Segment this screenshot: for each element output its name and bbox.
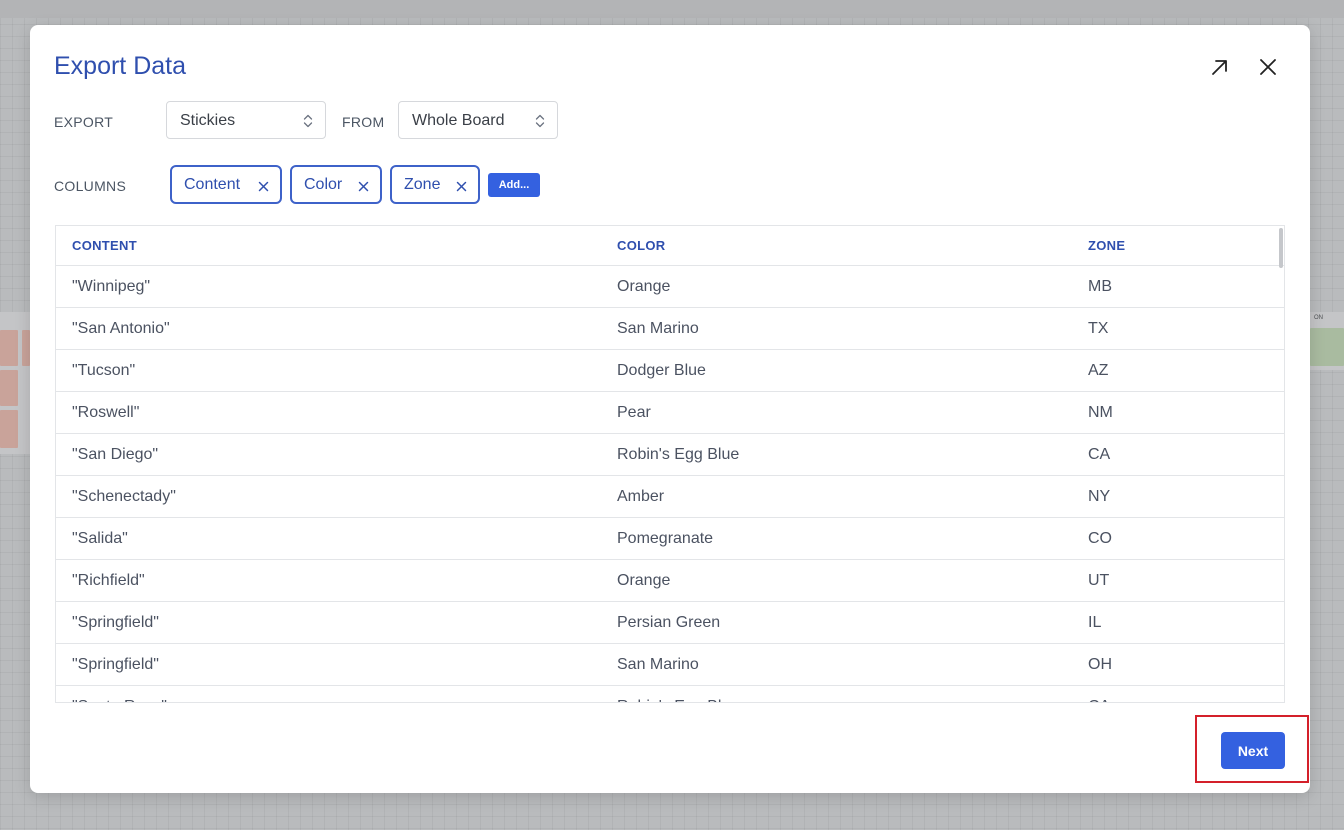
board-sticky [1310,328,1344,366]
table-cell: Pear [601,391,1072,434]
export-type-value: Stickies [180,112,236,129]
table-cell: Orange [601,559,1072,602]
table-row: "Springfield" San Marino OH [56,643,1284,686]
chevron-up-down-icon [303,113,313,134]
close-icon[interactable] [258,179,269,192]
table-cell: Amber [601,475,1072,518]
table-row: "Winnipeg" Orange MB [56,265,1284,308]
close-icon[interactable] [456,179,467,192]
from-scope-select[interactable]: Whole Board [398,101,558,139]
export-label: EXPORT [54,114,114,130]
board-sticky [22,330,30,366]
table-row: "San Diego" Robin's Egg Blue CA [56,433,1284,476]
table-cell: OH [1072,643,1284,686]
table-cell: San Marino [601,643,1072,686]
table-cell: IL [1072,601,1284,644]
table-cell: Persian Green [601,601,1072,644]
table-cell: "Salida" [56,517,601,560]
columns-label: COLUMNS [54,178,127,194]
table-row: "San Antonio" San Marino TX [56,307,1284,350]
table-cell: "Roswell" [56,391,601,434]
modal-title: Export Data [54,52,187,80]
table-row: "Tucson" Dodger Blue AZ [56,349,1284,392]
table-cell: CO [1072,517,1284,560]
table-cell: CA [1072,685,1284,702]
close-icon[interactable] [358,179,369,192]
from-label: FROM [342,114,385,130]
board-sticky [0,410,18,448]
table-cell: NM [1072,391,1284,434]
table-cell: "Springfield" [56,601,601,644]
table-cell: UT [1072,559,1284,602]
table-cell: "Richfield" [56,559,601,602]
table-cell: Robin's Egg Blue [601,685,1072,702]
table-cell: CA [1072,433,1284,476]
table-cell: AZ [1072,349,1284,392]
chevron-up-down-icon [535,113,545,134]
chip-label: Color [304,176,343,193]
table-row: "Richfield" Orange UT [56,559,1284,602]
column-chip-content: Content [170,165,282,204]
table-cell: Dodger Blue [601,349,1072,392]
table-cell: "Schenectady" [56,475,601,518]
table-row: "Springfield" Persian Green IL [56,601,1284,644]
export-preview-table: CONTENT COLOR ZONE "Winnipeg" Orange MB … [55,225,1285,703]
table-header-row: CONTENT COLOR ZONE [56,226,1284,266]
export-type-select[interactable]: Stickies [166,101,326,139]
table-row: "Roswell" Pear NM [56,391,1284,434]
chip-label: Content [184,176,241,193]
table-row: "Salida" Pomegranate CO [56,517,1284,560]
close-icon[interactable] [1256,55,1280,79]
table-cell: TX [1072,307,1284,350]
arrow-up-right-icon[interactable] [1208,55,1232,79]
table-cell: "San Diego" [56,433,601,476]
table-row: "Schenectady" Amber NY [56,475,1284,518]
chip-label: Zone [404,176,441,193]
table-cell: MB [1072,265,1284,308]
table-row: "Santa Rosa" Robin's Egg Blue CA [56,685,1284,702]
table-cell: "Springfield" [56,643,601,686]
next-button[interactable]: Next [1221,732,1285,769]
add-column-button[interactable]: Add... [488,173,540,197]
table-scrollbar-thumb[interactable] [1279,228,1283,268]
board-sticky [0,370,18,406]
export-data-modal: Export Data EXPORT Stickies FROM Whole B… [30,25,1310,793]
table-cell: "Tucson" [56,349,601,392]
from-scope-value: Whole Board [412,112,505,129]
board-sticky [0,330,18,366]
column-chip-zone: Zone [390,165,480,204]
table-cell: NY [1072,475,1284,518]
board-top-bar [0,0,1344,18]
table-cell: "Santa Rosa" [56,685,601,702]
column-chip-color: Color [290,165,382,204]
table-cell: "San Antonio" [56,307,601,350]
board-zone-label: ON [1314,315,1323,321]
column-header: ZONE [1072,226,1284,266]
column-header: CONTENT [56,226,601,266]
table-cell: Pomegranate [601,517,1072,560]
table-cell: Robin's Egg Blue [601,433,1072,476]
column-header: COLOR [601,226,1072,266]
table-cell: Orange [601,265,1072,308]
table-cell: San Marino [601,307,1072,350]
table-cell: "Winnipeg" [56,265,601,308]
